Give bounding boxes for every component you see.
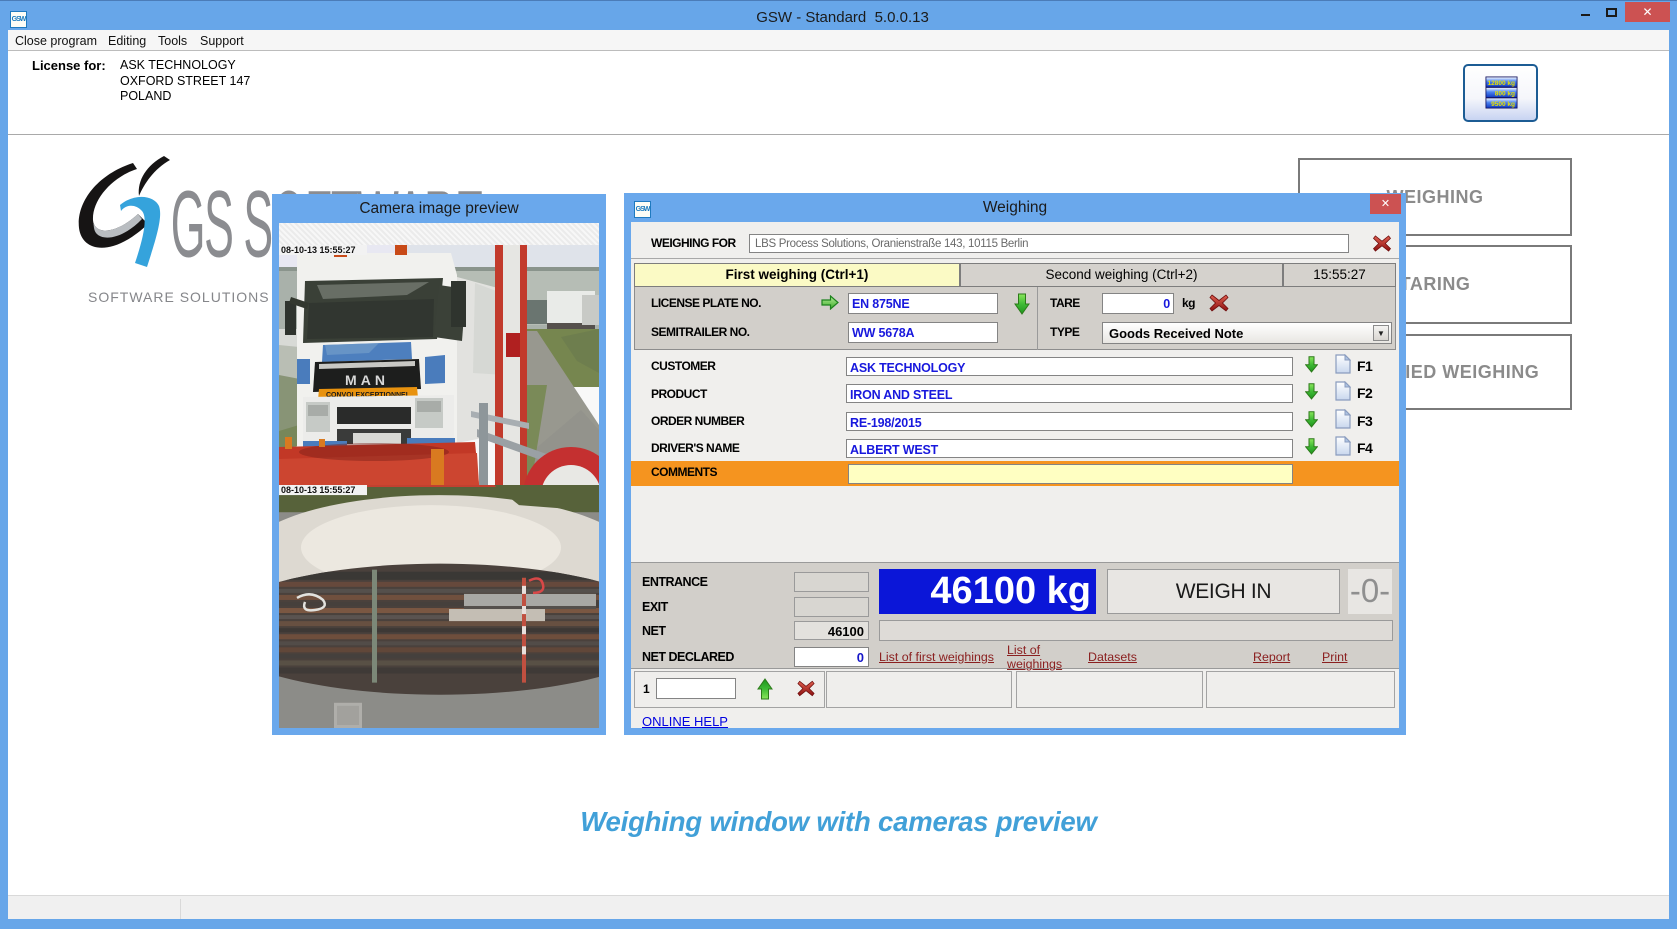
svg-text:MAN: MAN <box>345 372 389 388</box>
svg-text:08-10-13 15:55:27: 08-10-13 15:55:27 <box>281 485 355 495</box>
svg-text:12800 kg: 12800 kg <box>1488 80 1515 87</box>
svg-text:800 kg: 800 kg <box>1495 91 1515 98</box>
svg-text:08-10-13 15:55:27: 08-10-13 15:55:27 <box>281 245 356 255</box>
svg-text:9500 kg: 9500 kg <box>1491 101 1515 108</box>
